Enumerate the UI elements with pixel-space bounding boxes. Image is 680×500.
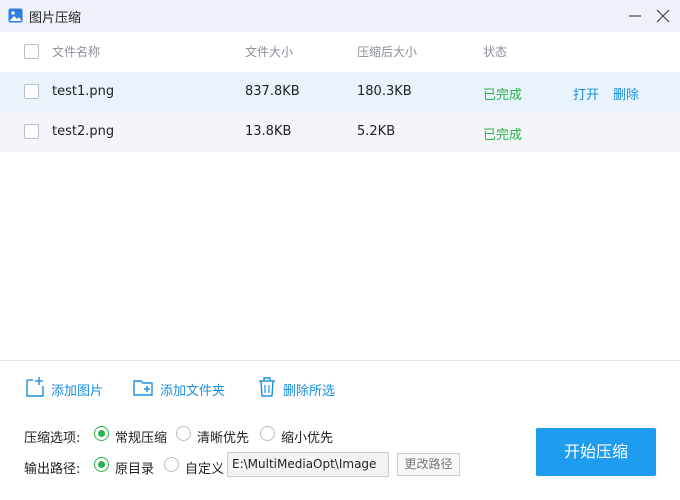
column-header-name: 文件名称 [52,45,101,59]
radio-original-dir[interactable] [94,457,109,472]
compress-options-label: 压缩选项: [24,431,81,446]
file-size: 13.8KB [245,124,292,139]
delete-selected-button[interactable]: 删除所选 [256,376,341,400]
close-icon[interactable] [653,6,673,26]
radio-clarity-first[interactable] [176,426,191,441]
add-image-icon [26,377,44,397]
add-folder-button[interactable]: 添加文件夹 [133,376,233,400]
start-compress-button[interactable]: 开始压缩 [536,428,656,476]
status-text: 已完成 [483,88,523,103]
delete-link[interactable]: 删除 [613,84,639,103]
open-link[interactable]: 打开 [573,84,599,103]
radio-normal-compress[interactable] [94,426,109,441]
radio-label-normal: 常规压缩 [115,431,168,446]
radio-label-custom-dir: 自定义 [185,462,225,477]
window-title: 图片压缩 [29,11,82,26]
radio-label-original-dir: 原目录 [115,462,155,477]
radio-label-size: 缩小优先 [281,431,334,446]
add-folder-label: 添加文件夹 [160,384,226,399]
minimize-icon[interactable] [625,6,645,26]
add-image-label: 添加图片 [51,384,104,399]
change-path-button[interactable]: 更改路径 [397,453,460,476]
image-app-icon [8,8,23,23]
row-checkbox[interactable] [24,84,39,99]
status-text: 已完成 [483,128,523,143]
column-header-status: 状态 [483,45,508,59]
row-checkbox[interactable] [24,124,39,139]
radio-size-first[interactable] [260,426,275,441]
output-path-label: 输出路径: [24,462,81,477]
trash-icon [259,377,275,397]
divider [0,360,680,361]
add-image-button[interactable]: 添加图片 [24,376,109,400]
column-header-compressed-size: 压缩后大小 [357,45,418,59]
compressed-size: 5.2KB [357,124,396,139]
table-row[interactable]: test1.png 837.8KB 180.3KB 已完成 打开 删除 [0,72,680,112]
file-name: test1.png [52,84,115,99]
table-row[interactable]: test2.png 13.8KB 5.2KB 已完成 [0,112,680,152]
file-name: test2.png [52,124,115,139]
delete-selected-label: 删除所选 [283,384,336,399]
title-bar: 图片压缩 [0,0,680,32]
file-size: 837.8KB [245,84,300,99]
radio-custom-dir[interactable] [164,457,179,472]
add-folder-icon [133,380,153,396]
radio-label-clarity: 清晰优先 [197,431,250,446]
column-header-size: 文件大小 [245,45,294,59]
table-header: 文件名称 文件大小 压缩后大小 状态 [0,32,680,70]
select-all-checkbox[interactable] [24,44,39,59]
compressed-size: 180.3KB [357,84,412,99]
output-path-field[interactable]: E:\MultiMediaOpt\Image [227,452,389,477]
